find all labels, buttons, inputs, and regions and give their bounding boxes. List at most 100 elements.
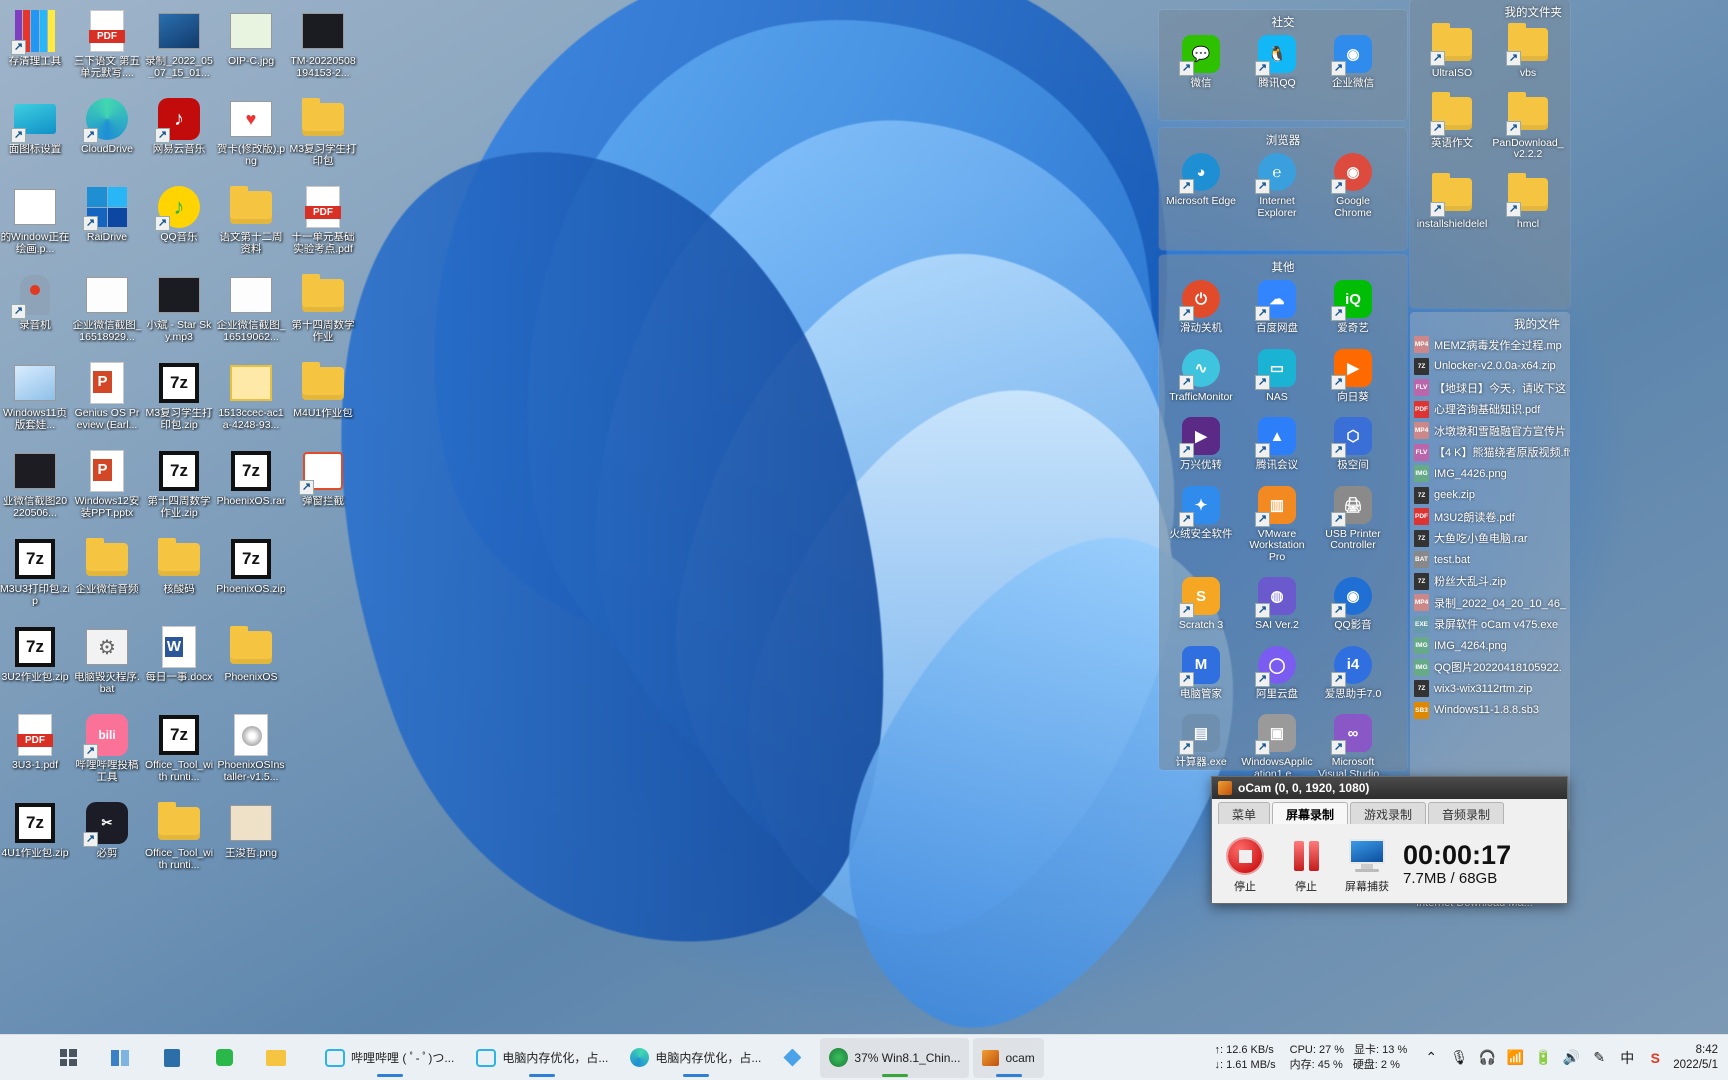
microphone-icon[interactable]: 🎙	[1450, 1049, 1468, 1067]
volume-icon[interactable]: 🔊	[1562, 1049, 1580, 1067]
desktop-icon[interactable]: 3U3-1.pdf	[0, 710, 70, 798]
fence-icon[interactable]: ▤计算器.exe	[1165, 713, 1237, 780]
fence-icon[interactable]: ◕Microsoft Edge	[1165, 152, 1237, 219]
desktop-icon[interactable]: 每日一事.docx	[144, 622, 214, 710]
fence-icon[interactable]: hmcl	[1492, 173, 1564, 231]
fence-icon[interactable]: ▭NAS	[1241, 348, 1313, 404]
file-list-item[interactable]: FLV 【地球日】今天，请收下这	[1410, 377, 1570, 399]
ime-icon[interactable]: 中	[1618, 1049, 1636, 1067]
desktop-icon[interactable]: ✂必剪	[72, 798, 142, 886]
file-list-item[interactable]: IMG IMG_4426.png	[1410, 463, 1570, 485]
file-list-item[interactable]: MP4 冰墩墩和雪融融官方宣传片	[1410, 420, 1570, 442]
desktop-icon[interactable]: Windows11页版套娃...	[0, 358, 70, 446]
desktop-icon[interactable]: 企业微信音频	[72, 534, 142, 622]
file-list-item[interactable]: EXE 录屏软件 oCam v475.exe	[1410, 614, 1570, 636]
taskbar-task[interactable]: 哔哩哔哩 ( ﾟ- ﾟ)つ...	[316, 1038, 463, 1078]
sogou-icon[interactable]: S	[1646, 1049, 1664, 1067]
desktop-icon[interactable]: OIP-C.jpg	[216, 6, 286, 94]
desktop-icon[interactable]: 王浚哲.png	[216, 798, 286, 886]
taskbar-task[interactable]: 37% Win8.1_Chin...	[820, 1037, 970, 1078]
desktop-icon[interactable]: 的Window正在绘画.p...	[0, 182, 70, 270]
fence-icon[interactable]: ◯阿里云盘	[1241, 645, 1313, 701]
pause-record-button[interactable]: 停止	[1277, 835, 1335, 894]
desktop-icon[interactable]: CloudDrive	[72, 94, 142, 182]
file-list-item[interactable]: FLV 【4 K】熊猫绕者原版视频.flv	[1410, 442, 1570, 464]
file-list-item[interactable]: 7Z wix3-wix3112rtm.zip	[1410, 678, 1570, 700]
fence-icon[interactable]: vbs	[1492, 22, 1564, 80]
fence-icon[interactable]: ▥VMware Workstation Pro	[1241, 485, 1313, 564]
desktop-icon[interactable]: 存清理工具	[0, 6, 70, 94]
stop-record-button[interactable]: 停止	[1216, 835, 1274, 894]
start-icon[interactable]	[48, 1038, 88, 1078]
desktop-icon[interactable]: PhoenixOS	[216, 622, 286, 710]
desktop-icon[interactable]: 1513ccec-ac1a-4248-93...	[216, 358, 286, 446]
fence-icon[interactable]: ☁百度网盘	[1241, 279, 1313, 335]
fence-others[interactable]: 其他 ⏻滑动关机☁百度网盘iQ爱奇艺∿TrafficMonitor▭NAS▶向日…	[1159, 255, 1407, 779]
fence-icon[interactable]: 英语作文	[1416, 92, 1488, 161]
desktop-icon[interactable]: bili哔哩哔哩投稿工具	[72, 710, 142, 798]
ocam-titlebar[interactable]: oCam (0, 0, 1920, 1080)	[1212, 777, 1567, 799]
desktop-icon[interactable]: 企业微信截图_16519062...	[216, 270, 286, 358]
fence-icon[interactable]: UltraISO	[1416, 22, 1488, 80]
fence-icon[interactable]: ◉QQ影音	[1317, 576, 1389, 632]
perf-monitor-widget[interactable]: ↑: 12.6 KB/s ↓: 1.61 MB/s CPU: 27 % 显卡: …	[1214, 1043, 1407, 1073]
file-list-item[interactable]: MP4 录制_2022_04_20_10_46_	[1410, 592, 1570, 614]
fence-my-folders[interactable]: 我的文件夹 UltraISO vbs 英语作文 PanDownload_v2.2.2i…	[1410, 0, 1570, 308]
desktop-icon[interactable]: 录制_2022_05_07_15_01...	[144, 6, 214, 94]
desktop-icon[interactable]: 7z 4U1作业包.zip	[0, 798, 70, 886]
fence-my-files[interactable]: 我的文件 MP4 MEMZ病毒发作全过程.mp 7Z Unlocker-v2.0.0a…	[1410, 312, 1570, 832]
desktop-icon[interactable]: 7z M3复习学生打印包.zip	[144, 358, 214, 446]
taskbar-task[interactable]	[774, 1038, 816, 1078]
desktop-icon[interactable]: 十一单元基础实验考点.pdf	[288, 182, 358, 270]
desktop-icon[interactable]: PhoenixOSInstaller-v1.5...	[216, 710, 286, 798]
file-list-item[interactable]: IMG QQ图片20220418105922.	[1410, 657, 1570, 679]
pen-icon[interactable]: ✎	[1590, 1049, 1608, 1067]
screen-capture-button[interactable]: 屏幕捕获	[1338, 835, 1396, 894]
file-list-item[interactable]: 7Z geek.zip	[1410, 485, 1570, 507]
desktop-icon[interactable]: 录音机	[0, 270, 70, 358]
fence-icon[interactable]: SScratch 3	[1165, 576, 1237, 632]
desktop-icon[interactable]: 业微信截图20220506...	[0, 446, 70, 534]
desktop-icon[interactable]: RaiDrive	[72, 182, 142, 270]
fence-icon[interactable]: i4爱思助手7.0	[1317, 645, 1389, 701]
fence-icon[interactable]: ∞Microsoft Visual Studio...	[1317, 713, 1389, 780]
fence-browsers[interactable]: 浏览器 ◕Microsoft Edge℮Internet Explorer◉Go…	[1159, 128, 1407, 250]
show-hidden-icons[interactable]: ⌃	[1422, 1049, 1440, 1067]
fence-social[interactable]: 社交 💬微信🐧腾讯QQ◉企业微信	[1159, 10, 1407, 120]
fence-icon[interactable]: ⬡极空间	[1317, 416, 1389, 472]
fence-icon[interactable]: ▣WindowsApplication1.e...	[1241, 713, 1313, 780]
desktop-icon[interactable]: 7z 3U2作业包.zip	[0, 622, 70, 710]
fence-icon[interactable]: ▲腾讯会议	[1241, 416, 1313, 472]
wifi-icon[interactable]: 📶	[1506, 1049, 1524, 1067]
desktop-icon[interactable]: 核酸码	[144, 534, 214, 622]
desktop-icon[interactable]: ⚙ 电脑毁灭程序.bat	[72, 622, 142, 710]
desktop-icon[interactable]: 弹窗拦截	[288, 446, 358, 534]
desktop-icon[interactable]: 7z M3U3打印包.zip	[0, 534, 70, 622]
desktop-icon[interactable]: ♥ 贺卡(修改版).png	[216, 94, 286, 182]
file-explorer-icon[interactable]	[256, 1038, 296, 1078]
clock-area[interactable]: 8:42 2022/5/1	[1673, 1043, 1718, 1073]
fence-icon[interactable]: 💬微信	[1165, 34, 1237, 90]
ocam-tab-bar[interactable]: 菜单 屏幕录制 游戏录制 音频录制	[1212, 799, 1567, 824]
desktop-icon[interactable]: 企业微信截图_16518929...	[72, 270, 142, 358]
desktop-icon[interactable]: 7z PhoenixOS.zip	[216, 534, 286, 622]
desktop-icon[interactable]: M3复习学生打印包	[288, 94, 358, 182]
fence-icon[interactable]: ◉Google Chrome	[1317, 152, 1389, 219]
fence-icon[interactable]: M电脑管家	[1165, 645, 1237, 701]
fence-icon[interactable]: iQ爱奇艺	[1317, 279, 1389, 335]
desktop-icon[interactable]: 7z 第十四周数学作业.zip	[144, 446, 214, 534]
fence-icon[interactable]: ⏻滑动关机	[1165, 279, 1237, 335]
wechat-pinned-icon[interactable]	[204, 1038, 244, 1078]
fence-icon[interactable]: ◍SAI Ver.2	[1241, 576, 1313, 632]
desktop-icon[interactable]: Windows12安装PPT.pptx	[72, 446, 142, 534]
fence-icon[interactable]: 🐧腾讯QQ	[1241, 34, 1313, 90]
tab-menu[interactable]: 菜单	[1218, 802, 1271, 824]
headset-icon[interactable]: 🎧	[1478, 1049, 1496, 1067]
desktop-icon[interactable]: Office_Tool_with runti...	[144, 798, 214, 886]
desktop-icon[interactable]: 第十四周数学作业	[288, 270, 358, 358]
tab-game-record[interactable]: 游戏录制	[1350, 802, 1427, 824]
desktop-icon[interactable]: 7z PhoenixOS.rar	[216, 446, 286, 534]
fence-icon[interactable]: PanDownload_v2.2.2	[1492, 92, 1564, 161]
desktop-icon[interactable]: ♪QQ音乐	[144, 182, 214, 270]
taskbar[interactable]: 哔哩哔哩 ( ﾟ- ﾟ)つ... 电脑内存优化，占... 电脑内存优化，占... 37…	[0, 1034, 1728, 1080]
